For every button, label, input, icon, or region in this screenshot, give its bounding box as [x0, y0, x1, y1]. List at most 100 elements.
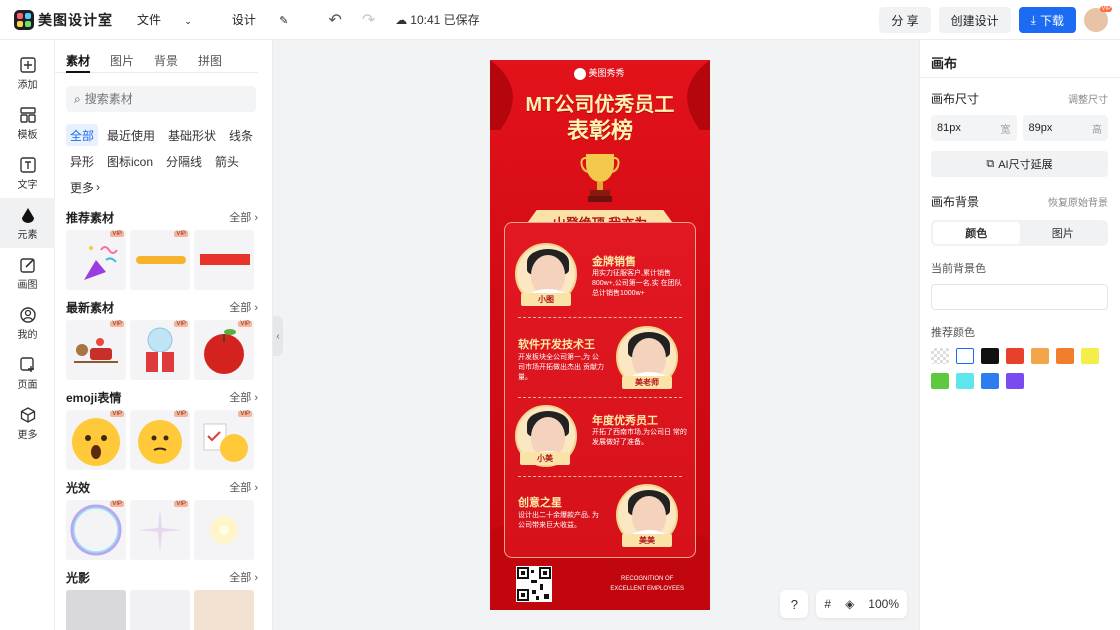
material-thumb[interactable]: VIP — [66, 410, 126, 470]
award-description[interactable]: 开拓了西南市场,为公司日 常的发展做好了准备。 — [592, 428, 688, 448]
swatch-blue[interactable] — [981, 373, 999, 389]
see-all-link[interactable]: 全部 › — [229, 299, 258, 315]
chip-lines[interactable]: 线条 — [225, 124, 257, 146]
award-description[interactable]: 开发板块全公司第一,为 公司市场开拓做出杰出 贡献力量。 — [518, 353, 604, 383]
see-all-link[interactable]: 全部 › — [229, 389, 258, 405]
search-icon: ⌕ — [74, 91, 81, 106]
material-thumb[interactable] — [194, 500, 254, 560]
sidebar-item-pages[interactable]: 页面 — [0, 348, 55, 398]
poster-title[interactable]: MT公司优秀员工 表彰榜 — [490, 92, 710, 144]
tab-background[interactable]: 背景 — [154, 52, 178, 73]
material-thumb[interactable] — [66, 590, 126, 630]
see-all-link[interactable]: 全部 › — [229, 569, 258, 585]
sidebar-item-add[interactable]: 添加 — [0, 48, 55, 98]
width-field[interactable]: 81px 宽 — [931, 115, 1017, 141]
bubble-ring-image — [70, 504, 122, 556]
layers-icon[interactable]: ◈ — [845, 597, 854, 611]
swatch-cyan[interactable] — [956, 373, 974, 389]
adjust-size-link[interactable]: 调整尺寸 — [1068, 91, 1108, 106]
sidebar-item-more[interactable]: 更多 — [0, 398, 55, 448]
chip-shapes[interactable]: 基础形状 — [164, 124, 220, 146]
search-input[interactable] — [84, 92, 245, 106]
trophy-icon[interactable] — [580, 150, 620, 206]
sidebar-item-template[interactable]: 模板 — [0, 98, 55, 148]
sidebar-item-elements[interactable]: 元素 — [0, 198, 55, 248]
material-thumb[interactable]: VIP — [66, 320, 126, 380]
sidebar-item-mine[interactable]: 我的 — [0, 298, 55, 348]
bg-color-option[interactable]: 颜色 — [933, 222, 1020, 244]
grid-icon[interactable]: # — [824, 597, 831, 611]
material-thumb[interactable] — [130, 590, 190, 630]
material-thumb[interactable]: VIP — [194, 410, 254, 470]
app-logo[interactable]: 美图设计室 — [14, 9, 113, 30]
tab-material[interactable]: 素材 — [66, 52, 91, 73]
chip-irregular[interactable]: 异形 — [66, 150, 98, 172]
swatch-light-orange[interactable] — [1031, 348, 1049, 364]
swatch-black[interactable] — [981, 348, 999, 364]
material-thumb[interactable] — [194, 230, 254, 290]
section-title: 光影 — [66, 570, 91, 585]
create-design-button[interactable]: 创建设计 — [938, 7, 1011, 33]
award-title[interactable]: 金牌销售 — [592, 253, 636, 269]
employee-name-tag[interactable]: 美老师 — [622, 376, 672, 389]
chip-all[interactable]: 全部 — [66, 124, 99, 146]
file-menu[interactable]: 文件 ⌄ — [137, 11, 212, 28]
see-all-link[interactable]: 全部 › — [229, 209, 258, 225]
redo-icon[interactable]: ↷ — [362, 10, 375, 30]
chip-more-label: 更多 — [70, 180, 95, 195]
award-description[interactable]: 设计出二十余爆款产品, 为公司带来巨大收益。 — [518, 511, 604, 531]
swatch-white[interactable] — [956, 348, 974, 364]
qr-code[interactable] — [516, 566, 552, 602]
poster-logo[interactable]: 美图秀秀 — [574, 66, 625, 80]
design-menu[interactable]: 设计 ✎ — [232, 11, 309, 28]
chip-more[interactable]: 更多 › — [66, 176, 104, 198]
material-thumb[interactable]: VIP — [66, 230, 126, 290]
download-label: 下载 — [1039, 13, 1064, 28]
sidebar-item-text[interactable]: 文字 — [0, 148, 55, 198]
tab-images[interactable]: 图片 — [110, 52, 134, 73]
download-button[interactable]: ⤓ 下载 — [1018, 7, 1076, 33]
share-button[interactable]: 分 享 — [879, 7, 931, 33]
chip-dividers[interactable]: 分隔线 — [162, 150, 206, 172]
swatch-red[interactable] — [1006, 348, 1024, 364]
chip-arrows[interactable]: 箭头 — [211, 150, 243, 172]
zoom-level[interactable]: 100% — [868, 597, 899, 611]
height-field[interactable]: 89px 高 — [1022, 115, 1108, 141]
award-description[interactable]: 用实力征服客户,累计销售 800w+,公司第一名,实 在团队总计销售1000w+ — [592, 269, 688, 299]
award-title[interactable]: 年度优秀员工 — [592, 412, 658, 428]
undo-icon[interactable]: ↶ — [328, 10, 341, 30]
help-button[interactable]: ? — [780, 590, 809, 618]
ai-extend-button[interactable]: ⧉ AI尺寸延展 — [931, 151, 1108, 177]
bg-image-option[interactable]: 图片 — [1020, 222, 1107, 244]
restore-bg-link[interactable]: 恢复原始背景 — [1048, 194, 1108, 209]
swatch-transparent[interactable] — [931, 348, 949, 364]
employee-name-tag[interactable]: 小美 — [520, 452, 570, 465]
material-thumb[interactable]: VIP — [130, 410, 190, 470]
sidebar-item-draw[interactable]: 画图 — [0, 248, 55, 298]
swatch-yellow[interactable] — [1081, 348, 1099, 364]
material-thumb[interactable]: VIP — [130, 500, 190, 560]
sidebar-item-label: 更多 — [17, 429, 38, 441]
material-thumb[interactable] — [194, 590, 254, 630]
draw-icon — [19, 257, 35, 273]
swatch-purple[interactable] — [1006, 373, 1024, 389]
search-box[interactable]: ⌕ — [66, 86, 256, 112]
swatch-orange[interactable] — [1056, 348, 1074, 364]
award-title[interactable]: 创意之星 — [518, 494, 562, 510]
tab-collage[interactable]: 拼图 — [198, 52, 222, 73]
chip-icons[interactable]: 图标icon — [103, 150, 157, 172]
material-thumb[interactable]: VIP — [130, 320, 190, 380]
chip-recent[interactable]: 最近使用 — [103, 124, 159, 146]
swatch-green[interactable] — [931, 373, 949, 389]
employee-name-tag[interactable]: 美美 — [622, 534, 672, 547]
see-all-link[interactable]: 全部 › — [229, 479, 258, 495]
poster-footer[interactable]: RECOGNITION OF EXCELLENT EMPLOYEES — [610, 574, 684, 594]
user-avatar[interactable]: VIP — [1084, 6, 1112, 32]
current-bg-swatch[interactable] — [931, 284, 1108, 310]
material-thumb[interactable]: VIP — [130, 230, 190, 290]
award-title[interactable]: 软件开发技术王 — [518, 336, 595, 352]
material-thumb[interactable]: VIP — [194, 320, 254, 380]
employee-name-tag[interactable]: 小图 — [521, 293, 571, 306]
poster-canvas[interactable]: 美图秀秀 MT公司优秀员工 表彰榜 山登绝顶 我亦为 小图 金牌销售 用实力征服… — [490, 60, 710, 610]
material-thumb[interactable]: VIP — [66, 500, 126, 560]
